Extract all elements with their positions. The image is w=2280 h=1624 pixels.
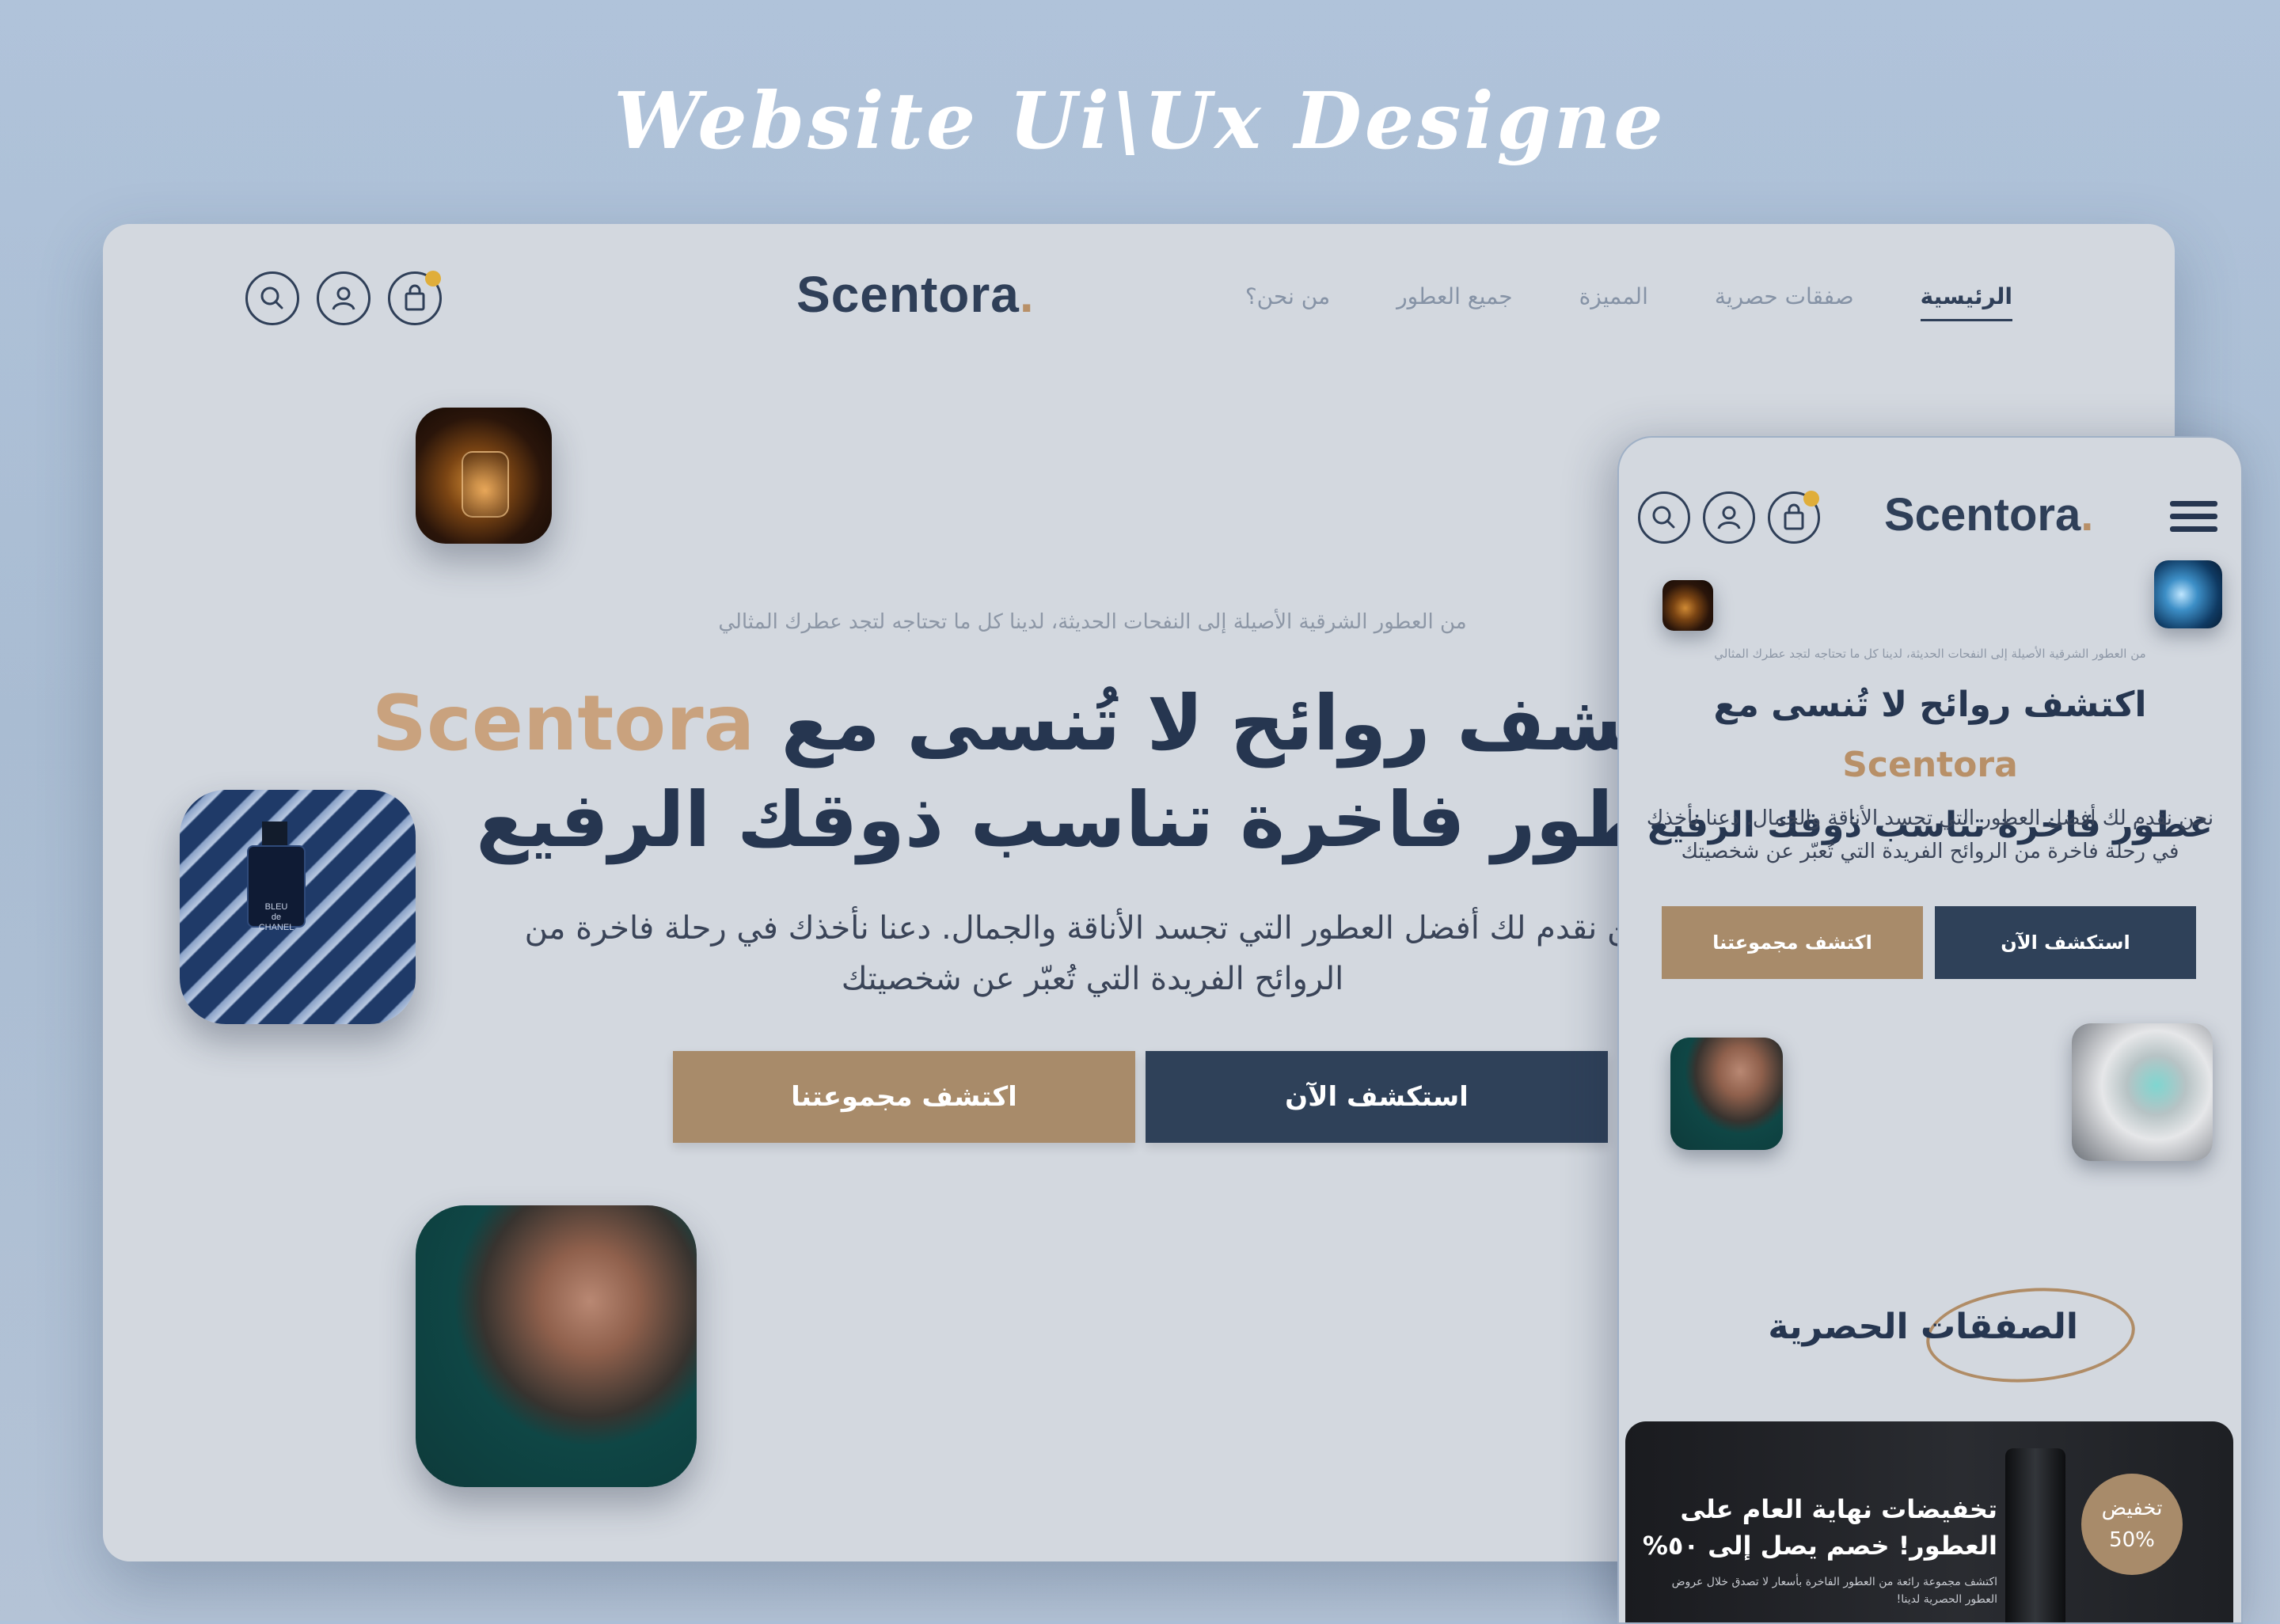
- mobile-header-actions: [1638, 491, 1820, 544]
- discover-collection-button[interactable]: اكتشف مجموعتنا: [673, 1051, 1135, 1143]
- lifestyle-image-woman: [1670, 1038, 1783, 1150]
- promo-title: تخفيضات نهاية العام على العطور! خصم يصل …: [1642, 1494, 1997, 1561]
- logo[interactable]: Scentora.: [796, 265, 1035, 324]
- mobile-cart-button[interactable]: [1768, 491, 1820, 544]
- search-icon: [260, 286, 283, 309]
- account-button[interactable]: [317, 271, 370, 325]
- nav-item-home[interactable]: الرئيسية: [1920, 283, 2012, 321]
- mobile-hero-tagline: من العطور الشرقية الأصيلة إلى النفحات ال…: [1714, 647, 2146, 661]
- promo-subtitle: اكتشف مجموعة رائعة من العطور الفاخرة بأس…: [1671, 1576, 1997, 1606]
- product-label: BLEU de CHANEL: [258, 902, 294, 932]
- explore-now-button[interactable]: استكشف الآن: [1146, 1051, 1608, 1143]
- badge-value: 50%: [2109, 1528, 2155, 1552]
- mobile-discover-collection-button[interactable]: اكتشف مجموعتنا: [1662, 906, 1923, 979]
- headline-line1: اكتشف روائح لا تُنسى مع: [781, 679, 1726, 768]
- mobile-frame: Scentora. من العطور الشرقية الأصيلة إلى …: [1617, 436, 2243, 1624]
- cart-badge: [425, 271, 441, 286]
- headline-line2: عطور فاخرة تناسب ذوقك الرفيع: [476, 776, 1709, 864]
- product-image-gold-perfume: [416, 408, 552, 544]
- lifestyle-image-woman: [416, 1205, 697, 1487]
- showcase-title: Website Ui\Ux Designe: [614, 76, 1666, 167]
- search-icon: [1652, 506, 1675, 529]
- search-button[interactable]: [245, 271, 299, 325]
- nav-item-all-perfumes[interactable]: جميع العطور: [1396, 283, 1513, 321]
- product-image-blue-perfume: [2154, 560, 2222, 628]
- promo-perfume-bottle: [2005, 1448, 2065, 1622]
- logo-dot: .: [1019, 266, 1035, 323]
- headline-line1: اكتشف روائح لا تُنسى مع: [1713, 685, 2147, 725]
- mobile-search-button[interactable]: [1638, 491, 1690, 544]
- logo-dot: .: [2080, 489, 2094, 541]
- cart-icon: [1784, 503, 1804, 530]
- logo-text: Scentora: [1884, 489, 2081, 541]
- logo-text: Scentora: [796, 266, 1020, 323]
- hero-headline: اكتشف روائح لا تُنسى مع Scentora عطور فا…: [372, 675, 1726, 868]
- header-actions: [245, 271, 442, 325]
- nav-item-featured[interactable]: المميزة: [1579, 283, 1648, 321]
- mobile-explore-now-button[interactable]: استكشف الآن: [1935, 906, 2196, 979]
- cart-icon: [405, 284, 425, 311]
- menu-icon[interactable]: [2170, 501, 2217, 539]
- user-icon: [332, 286, 355, 310]
- headline-brand: Scentora: [371, 679, 755, 768]
- hero-tagline: من العطور الشرقية الأصيلة إلى النفحات ال…: [718, 610, 1467, 634]
- description-line1: نحن نقدم لك أفضل العطور التي تجسد الأناق…: [524, 910, 1661, 947]
- cart-button[interactable]: [388, 271, 442, 325]
- mobile-account-button[interactable]: [1703, 491, 1755, 544]
- cart-badge: [1803, 491, 1819, 507]
- nav-item-about[interactable]: من نحن؟: [1245, 283, 1330, 321]
- exclusive-deals-title: الصفقات الحصرية: [1768, 1307, 2078, 1347]
- user-icon: [1717, 506, 1741, 529]
- badge-label: تخفيض: [2101, 1497, 2163, 1520]
- description-line2: الروائح الفريدة التي تُعبّر عن شخصيتك: [841, 961, 1344, 997]
- nav-item-exclusive-deals[interactable]: صفقات حصرية: [1715, 283, 1854, 321]
- hero-description: نحن نقدم لك أفضل العطور التي تجسد الأناق…: [459, 903, 1726, 1004]
- perfume-bottle: [462, 451, 509, 518]
- headline-brand: Scentora: [1842, 745, 2018, 785]
- mobile-logo[interactable]: Scentora.: [1884, 488, 2093, 541]
- product-image-marble-perfume: [2072, 1023, 2213, 1161]
- product-image-gold-perfume: [1662, 580, 1713, 631]
- product-image-chanel: BLEU de CHANEL: [180, 790, 416, 1024]
- main-nav: الرئيسية صفقات حصرية المميزة جميع العطور…: [1245, 283, 2012, 321]
- promo-banner[interactable]: تخفيض 50% تخفيضات نهاية العام على العطور…: [1625, 1421, 2233, 1622]
- discount-badge: تخفيض 50%: [2081, 1474, 2183, 1575]
- mobile-hero-description: نحن نقدم لك أفضل العطور التي تجسد الأناق…: [1646, 806, 2214, 863]
